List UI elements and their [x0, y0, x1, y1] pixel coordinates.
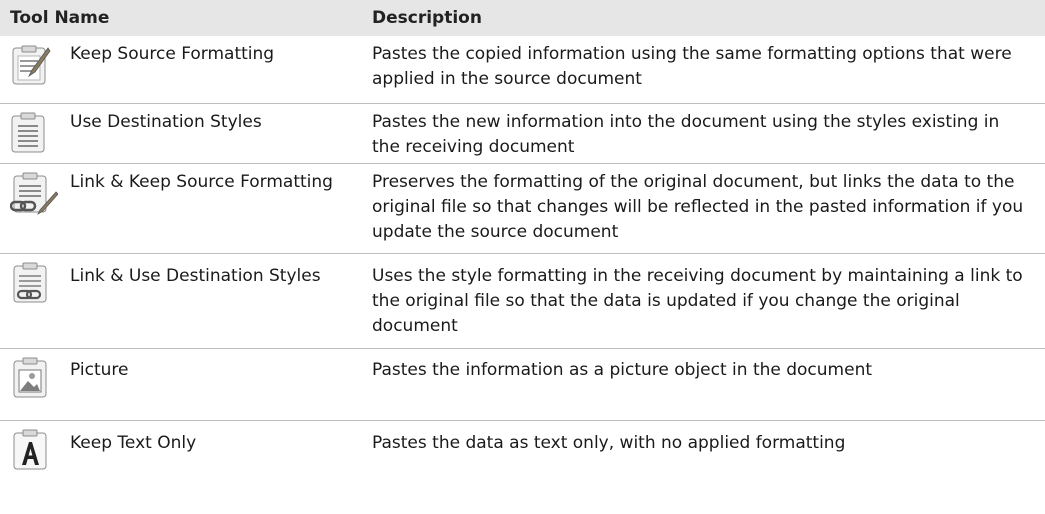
tool-name: Picture — [70, 360, 129, 380]
keep-source-formatting-icon — [12, 45, 51, 85]
tool-name-cell: Link & Keep Source Formatting — [0, 164, 372, 216]
table-row: Link & Use Destination Styles Uses the s… — [0, 254, 1045, 349]
tool-name: Link & Keep Source Formatting — [70, 172, 333, 192]
tool-description: Pastes the information as a picture obje… — [372, 360, 873, 380]
table-row: Link & Keep Source Formatting Preserves … — [0, 164, 1045, 254]
header-description: Description — [372, 8, 482, 28]
link-use-destination-styles-icon — [13, 262, 47, 303]
tool-description: Pastes the new information into the docu… — [372, 112, 1000, 157]
table-header: Tool Name Description — [0, 0, 1045, 36]
tool-name-cell: Keep Source Formatting — [0, 36, 372, 86]
table-row: Use Destination Styles Pastes the new in… — [0, 104, 1045, 164]
picture-icon — [13, 357, 47, 398]
tool-description: Uses the style formatting in the receivi… — [372, 266, 1023, 336]
link-keep-source-formatting-icon — [10, 172, 58, 216]
tool-name-cell: Picture — [0, 349, 372, 399]
tool-name-cell: Link & Use Destination Styles — [0, 254, 372, 304]
keep-text-only-icon — [13, 429, 47, 470]
tool-name: Use Destination Styles — [70, 112, 262, 132]
table-row: Keep Text Only Pastes the data as text o… — [0, 421, 1045, 513]
header-tool-name: Tool Name — [10, 8, 110, 28]
tool-name-cell: Use Destination Styles — [0, 104, 372, 154]
tool-name: Keep Text Only — [70, 433, 197, 453]
tool-name: Keep Source Formatting — [70, 44, 275, 64]
table-row: Picture Pastes the information as a pict… — [0, 349, 1045, 421]
table-row: Keep Source Formatting Pastes the copied… — [0, 36, 1045, 104]
tool-description: Pastes the copied information using the … — [372, 44, 1012, 89]
tool-name-cell: Keep Text Only — [0, 421, 372, 471]
paste-options-table: Tool Name Description Keep Source Format… — [0, 0, 1045, 513]
tool-name: Link & Use Destination Styles — [70, 266, 321, 286]
tool-description: Pastes the data as text only, with no ap… — [372, 433, 846, 453]
tool-description: Preserves the formatting of the original… — [372, 172, 1024, 242]
use-destination-styles-icon — [11, 112, 45, 153]
